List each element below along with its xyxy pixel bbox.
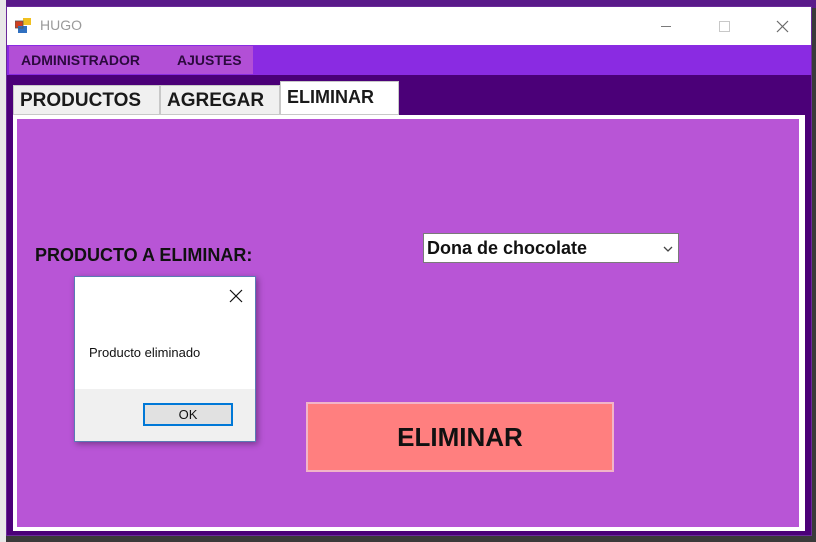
minimize-button[interactable] [637, 7, 695, 45]
dialog-close-icon[interactable] [229, 289, 243, 303]
close-button[interactable] [753, 7, 811, 45]
maximize-icon [719, 21, 730, 32]
tab-eliminar[interactable]: ELIMINAR [280, 81, 399, 115]
menu-item-administrador[interactable]: ADMINISTRADOR [21, 52, 140, 68]
dialog-footer: OK [75, 389, 255, 441]
product-select[interactable]: Dona de chocolate [423, 233, 679, 263]
ok-button[interactable]: OK [143, 403, 233, 426]
product-select-value: Dona de chocolate [427, 238, 588, 258]
menu-item-ajustes[interactable]: AJUSTES [177, 52, 242, 68]
window-title: HUGO [40, 17, 82, 33]
menu-bar: ADMINISTRADOR AJUSTES [7, 45, 811, 75]
product-to-delete-label: PRODUCTO A ELIMINAR: [35, 245, 253, 265]
chevron-down-icon [663, 246, 673, 252]
close-icon [776, 20, 789, 33]
tab-productos[interactable]: PRODUCTOS [13, 85, 160, 115]
maximize-button[interactable] [695, 7, 753, 45]
title-bar[interactable]: HUGO [7, 7, 811, 45]
tab-agregar[interactable]: AGREGAR [160, 85, 280, 115]
app-window-icon [15, 18, 31, 33]
minimize-icon [661, 26, 671, 27]
dialog-message: Producto eliminado [89, 345, 201, 360]
delete-button[interactable]: ELIMINAR [306, 402, 614, 472]
message-dialog: Producto eliminado OK [74, 276, 256, 442]
app-window: HUGO ADMINISTRADOR AJUSTES PRODUCTOS AGR… [6, 6, 812, 536]
